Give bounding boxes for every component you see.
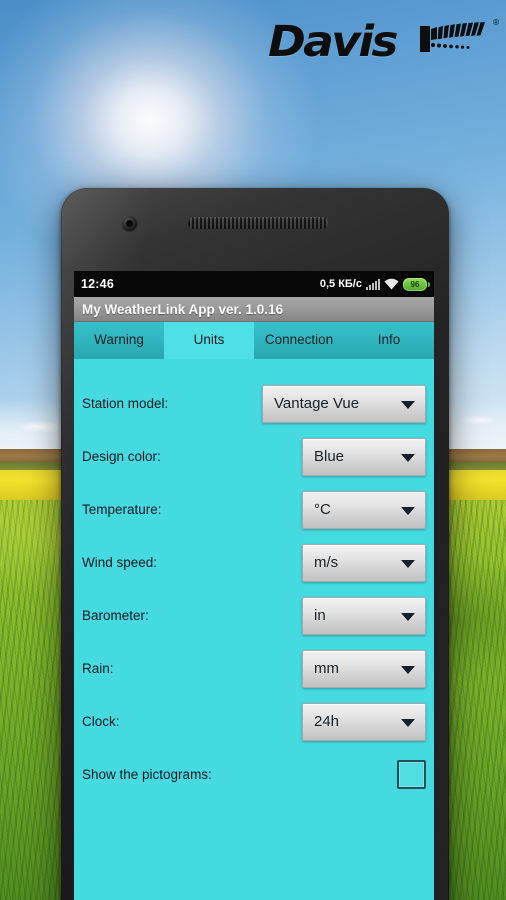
row-rain: Rain: mm (82, 642, 426, 695)
temperature-label: Temperature: (82, 502, 162, 517)
temperature-select[interactable]: °C (302, 490, 426, 529)
battery-icon: 96 (403, 277, 430, 291)
wind-speed-select[interactable]: m/s (302, 543, 426, 582)
row-station-model: Station model: Vantage Vue (82, 377, 426, 430)
chevron-down-icon (401, 718, 415, 727)
row-design-color: Design color: Blue (82, 430, 426, 483)
rain-label: Rain: (82, 661, 114, 676)
station-model-select[interactable]: Vantage Vue (262, 384, 426, 423)
tab-warning-label: Warning (94, 331, 144, 347)
chevron-down-icon (401, 506, 415, 515)
clock-label: Clock: (82, 714, 120, 729)
wind-speed-value: m/s (314, 554, 339, 571)
chevron-down-icon (401, 453, 415, 462)
logo-flag-icon (418, 22, 494, 58)
tab-connection-label: Connection (264, 331, 334, 347)
show-pictograms-checkbox[interactable] (397, 760, 426, 789)
row-clock: Clock: 24h (82, 695, 426, 748)
row-barometer: Barometer: in (82, 589, 426, 642)
station-model-label: Station model: (82, 396, 169, 411)
clock-select[interactable]: 24h (302, 702, 426, 741)
barometer-label: Barometer: (82, 608, 149, 623)
row-show-pictograms: Show the pictograms: (82, 748, 426, 801)
tab-units[interactable]: Units (164, 322, 254, 359)
app-title: My WeatherLink App ver. 1.0.16 (82, 301, 284, 317)
temperature-value: °C (314, 501, 331, 518)
phone-screen: 12:46 0,5 КБ/с 96 My WeatherLink App ver… (74, 271, 434, 900)
rain-value: mm (314, 660, 339, 677)
barometer-value: in (314, 607, 326, 624)
clock-value: 24h (314, 713, 340, 730)
row-temperature: Temperature: °C (82, 483, 426, 536)
tab-warning[interactable]: Warning (74, 322, 164, 359)
chevron-down-icon (401, 559, 415, 568)
design-color-select[interactable]: Blue (302, 437, 426, 476)
status-clock: 12:46 (81, 277, 114, 291)
tab-bar: Warning Units Connection Info (74, 322, 434, 359)
rain-select[interactable]: mm (302, 649, 426, 688)
davis-instruments-logo: Davis ® (268, 14, 500, 67)
chevron-down-icon (401, 400, 415, 409)
tab-info-label: Info (377, 331, 401, 347)
tab-units-label: Units (193, 331, 225, 347)
design-color-label: Design color: (82, 449, 161, 464)
earpiece-speaker-grille (188, 217, 328, 229)
tab-connection[interactable]: Connection (254, 322, 344, 359)
front-camera-icon (121, 215, 138, 232)
tab-info[interactable]: Info (344, 322, 434, 359)
signal-bars-icon (366, 278, 380, 290)
status-indicators: 0,5 КБ/с 96 (319, 277, 430, 291)
wind-speed-label: Wind speed: (82, 555, 158, 570)
registered-trademark-icon: ® (492, 18, 500, 27)
smartphone-mockup: 12:46 0,5 КБ/с 96 My WeatherLink App ver… (61, 188, 449, 900)
data-rate-label: 0,5 КБ/с (319, 278, 362, 290)
row-wind-speed: Wind speed: m/s (82, 536, 426, 589)
barometer-select[interactable]: in (302, 596, 426, 635)
show-pictograms-label: Show the pictograms: (82, 767, 212, 782)
wifi-icon (384, 278, 399, 290)
chevron-down-icon (401, 665, 415, 674)
station-model-value: Vantage Vue (274, 395, 360, 412)
design-color-value: Blue (314, 448, 345, 465)
units-settings-form: Station model: Vantage Vue Design color:… (74, 359, 434, 801)
chevron-down-icon (401, 612, 415, 621)
app-title-bar: My WeatherLink App ver. 1.0.16 (74, 297, 434, 322)
logo-wordmark: Davis (268, 17, 398, 67)
android-status-bar: 12:46 0,5 КБ/с 96 (74, 271, 434, 297)
